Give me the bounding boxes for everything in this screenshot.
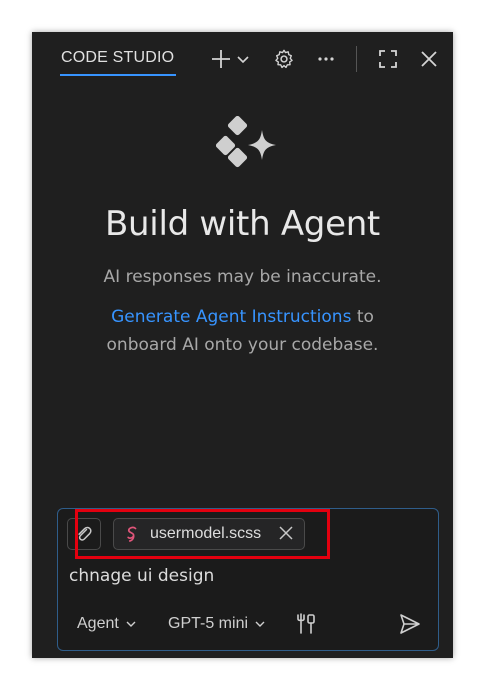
close-icon <box>421 51 437 67</box>
tools-icon <box>297 613 315 634</box>
instructions-line2: onboard AI onto your codebase. <box>106 335 379 355</box>
more-actions-button[interactable] <box>313 46 339 72</box>
hero-title: Build with Agent <box>105 204 380 244</box>
maximize-icon <box>379 50 397 68</box>
agent-sparkle-icon <box>216 116 276 168</box>
send-icon <box>400 614 420 634</box>
more-icon <box>318 57 334 61</box>
chat-panel: CODE STUDIO Build with Agent AI response… <box>32 32 453 658</box>
plus-icon <box>212 50 230 68</box>
instructions-text: Generate Agent Instructions to onboard A… <box>32 303 453 359</box>
mode-picker[interactable]: Agent <box>77 610 137 638</box>
active-tab-indicator <box>60 74 176 76</box>
send-button[interactable] <box>398 610 422 638</box>
header-divider <box>356 46 357 72</box>
instructions-after-link: to <box>351 307 374 327</box>
model-picker[interactable]: GPT-5 mini <box>168 610 266 638</box>
close-button[interactable] <box>416 46 442 72</box>
gear-icon <box>275 49 293 69</box>
generate-instructions-link[interactable]: Generate Agent Instructions <box>111 307 351 327</box>
ai-disclaimer: AI responses may be inaccurate. <box>103 267 382 287</box>
panel-header: CODE STUDIO <box>32 32 453 86</box>
annotation-highlight-box <box>75 509 330 559</box>
chevron-down-icon <box>237 56 249 64</box>
tab-code-studio[interactable]: CODE STUDIO <box>61 49 174 67</box>
new-chat-button[interactable] <box>208 46 234 72</box>
settings-button[interactable] <box>271 46 297 72</box>
chevron-down-icon <box>255 621 265 627</box>
configure-tools-button[interactable] <box>294 610 318 638</box>
maximize-button[interactable] <box>375 46 401 72</box>
chevron-down-icon <box>126 621 136 627</box>
model-picker-label: GPT-5 mini <box>168 615 249 632</box>
mode-picker-label: Agent <box>77 615 119 632</box>
new-chat-dropdown-button[interactable] <box>234 46 252 72</box>
prompt-text[interactable]: chnage ui design <box>69 566 214 586</box>
